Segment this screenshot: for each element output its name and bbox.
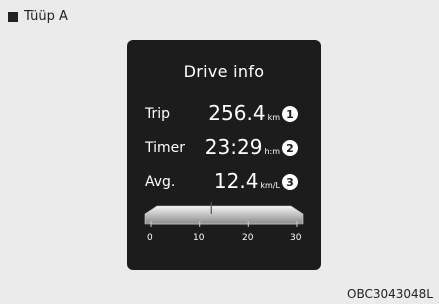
info-row-average: Avg. 12.4 km/L 3: [127, 166, 321, 196]
tick-label: 10: [193, 233, 205, 243]
figure-type-label: Tüüp A: [8, 9, 68, 24]
cluster-display: Drive info Trip 256.4 km 1 Timer 23:29 h…: [127, 40, 321, 270]
fuel-economy-gauge: 0 10 20 30: [144, 202, 304, 243]
marker-3-icon: 3: [282, 174, 298, 190]
figure-type-text: Tüüp A: [24, 9, 68, 24]
info-row-timer: Timer 23:29 h:m 2: [127, 132, 321, 162]
display-title: Drive info: [183, 62, 265, 81]
value-unit: km/L: [260, 181, 280, 190]
marker-1-icon: 1: [282, 106, 298, 122]
row-label: Avg.: [145, 174, 176, 190]
row-value: 256.4 km: [208, 103, 280, 123]
row-label: Timer: [145, 140, 186, 156]
info-row-trip: Trip 256.4 km 1: [127, 98, 321, 128]
row-value: 12.4 km/L: [214, 171, 280, 191]
row-value: 23:29 h:m: [205, 137, 280, 157]
value-number: 23:29: [204, 135, 263, 159]
row-label: Trip: [145, 106, 171, 122]
square-bullet-icon: [8, 11, 18, 22]
gauge-bar: [144, 205, 304, 225]
value-number: 12.4: [213, 169, 259, 193]
tick-label: 0: [147, 233, 153, 243]
marker-2-icon: 2: [282, 140, 298, 156]
value-number: 256.4: [208, 101, 266, 125]
value-unit: h:m: [264, 147, 280, 156]
figure-code: OBC3043048L: [347, 287, 433, 301]
value-unit: km: [267, 113, 280, 122]
tick-label: 20: [242, 233, 254, 243]
tick-label: 30: [290, 233, 302, 243]
